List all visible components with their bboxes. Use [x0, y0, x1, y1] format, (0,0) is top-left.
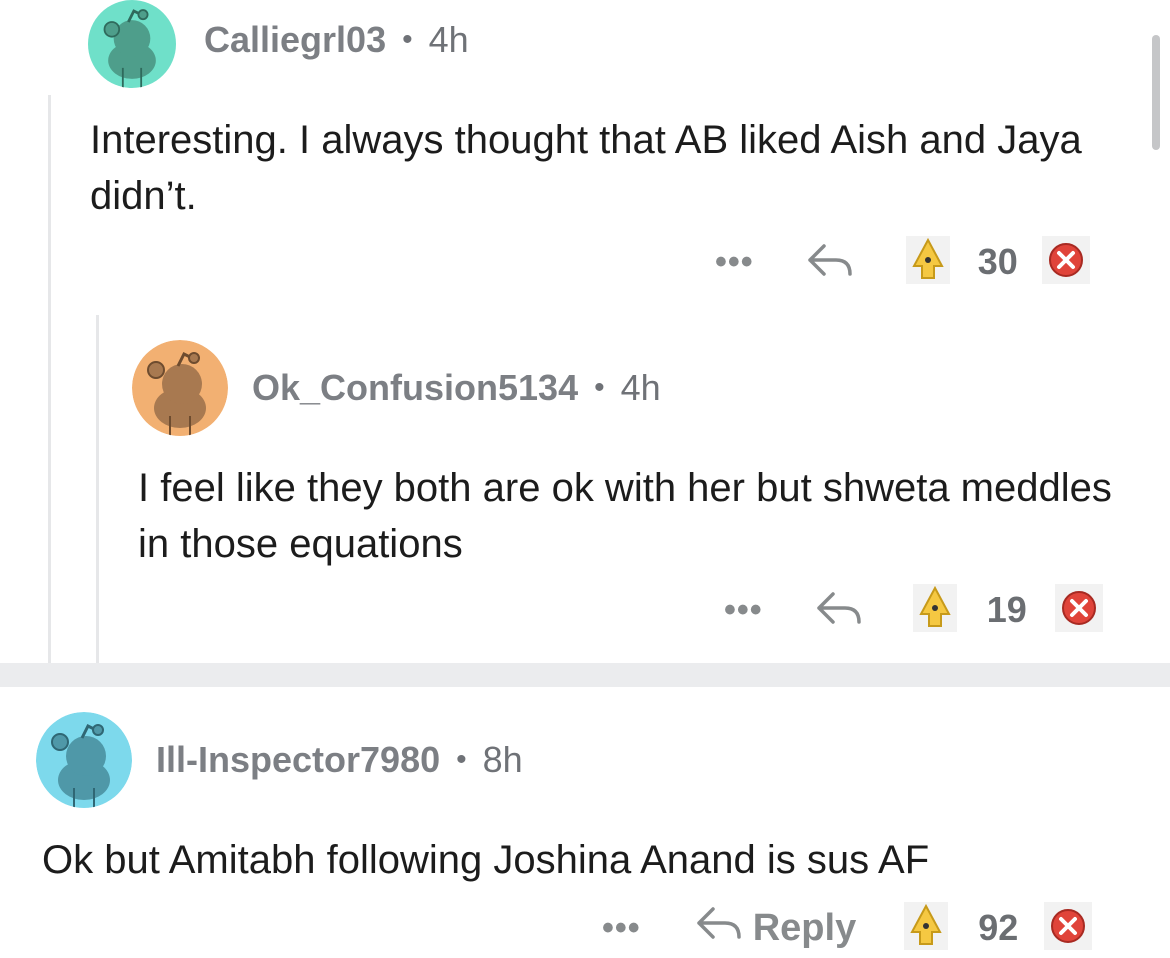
comment-body: Interesting. I always thought that AB li… — [90, 118, 1082, 218]
thread-line-inner — [96, 315, 99, 663]
timestamp: 8h — [482, 739, 523, 780]
comment-meta: Calliegrl03 • 4h — [204, 18, 469, 62]
timestamp: 4h — [620, 367, 661, 408]
avatar[interactable] — [132, 340, 228, 436]
upvote-icon[interactable] — [912, 583, 957, 637]
comment-body: I feel like they both are ok with her bu… — [138, 466, 1112, 566]
more-options-icon[interactable]: ••• — [724, 591, 763, 630]
reply-label: Reply — [752, 906, 857, 949]
comment-body: Ok but Amitabh following Joshina Anand i… — [42, 838, 930, 882]
downvote-icon[interactable] — [1044, 901, 1093, 955]
vote-count: 30 — [977, 241, 1018, 282]
more-options-icon[interactable]: ••• — [602, 909, 641, 948]
vote-count: 19 — [986, 589, 1027, 630]
scrollbar[interactable] — [1152, 35, 1160, 150]
comment-actions: ••• 19 — [724, 583, 1103, 637]
reply-arrow-icon[interactable] — [806, 240, 854, 285]
comment-actions: ••• Reply 92 — [602, 901, 1093, 955]
comment-meta: Ill-Inspector7980 • 8h — [156, 738, 523, 782]
more-options-icon[interactable]: ••• — [715, 243, 754, 282]
meta-separator: • — [402, 23, 413, 56]
meta-separator: • — [594, 371, 605, 404]
downvote-icon[interactable] — [1041, 235, 1090, 289]
upvote-icon[interactable] — [904, 901, 949, 955]
reply-arrow-icon[interactable] — [815, 588, 863, 633]
username[interactable]: Calliegrl03 — [204, 19, 386, 61]
reply-arrow-icon — [695, 903, 743, 953]
timestamp: 4h — [428, 19, 469, 60]
avatar[interactable] — [84, 0, 180, 88]
downvote-icon[interactable] — [1054, 583, 1103, 637]
meta-separator: • — [456, 743, 467, 776]
comment-actions: ••• 30 — [715, 235, 1090, 289]
thread-line-outer — [48, 95, 51, 663]
username[interactable]: Ok_Confusion5134 — [252, 367, 578, 409]
avatar[interactable] — [36, 712, 132, 808]
reply-button[interactable]: Reply — [695, 903, 856, 953]
username[interactable]: Ill-Inspector7980 — [156, 739, 440, 781]
upvote-icon[interactable] — [905, 235, 950, 289]
comment-meta: Ok_Confusion5134 • 4h — [252, 366, 661, 410]
vote-count: 92 — [978, 907, 1019, 948]
comment-divider — [0, 663, 1170, 687]
